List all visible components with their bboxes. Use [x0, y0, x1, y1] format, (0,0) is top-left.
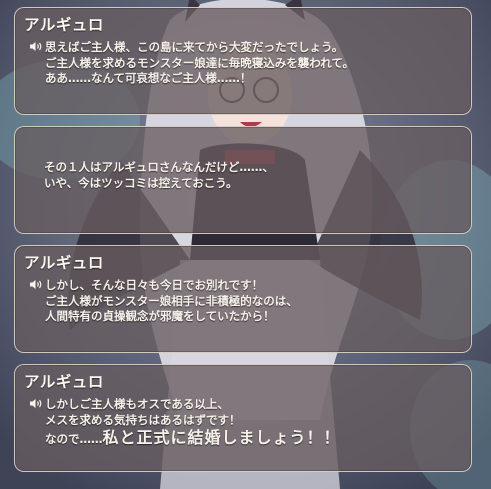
dialogue-line: その１人はアルギュロさんなんだけど……、 [44, 160, 274, 174]
speaker-name: アルギュロ [24, 373, 104, 391]
speaker-voice-icon[interactable] [29, 398, 43, 409]
dialogue-prefix: なので…… [45, 432, 103, 446]
dialogue-line: 人間特有の貞操観念が邪魔をしていたから！ [45, 309, 275, 323]
dialogue-line: ご主人様を求めるモンスター娘達に毎晩寝込みを襲われて。 [45, 55, 355, 70]
dialogue-line: メスを求める気持ちはあるはずです！ [45, 412, 241, 427]
dialogue-text: 思えばご主人様、この島に来てから大変だったでしょう。 ご主人様を求めるモンスター… [29, 40, 354, 87]
dialogue-box-3[interactable]: アルギュロ しかし、そんな日々も今日でお別れです！ ご主人様がモンスター娘相手に… [14, 245, 472, 353]
dialogue-box-4[interactable]: アルギュロ しかしご主人様もオスである以上、 メスを求める気持ちはあるはずです！… [14, 364, 472, 472]
dialogue-text: しかし、そんな日々も今日でお別れです！ ご主人様がモンスター娘相手に非積極的なの… [29, 278, 298, 325]
speaker-voice-icon[interactable] [29, 41, 43, 52]
speaker-name: アルギュロ [24, 254, 104, 272]
dialogue-box-2[interactable]: その１人はアルギュロさんなんだけど……、 いや、今はツッコミは控えておこう。 [14, 126, 472, 234]
dialogue-line: いや、今はツッコミは控えておこう。 [44, 175, 238, 190]
dialogue-line: ああ……なんて可哀想なご主人様……！ [45, 71, 252, 85]
dialogue-line: ご主人様がモンスター娘相手に非積極的なのは、 [45, 293, 298, 308]
dialogue-line: 思えばご主人様、この島に来てから大変だったでしょう。 [29, 40, 354, 56]
emphasized-dialogue: 私と正式に結婚しましょう！！ [102, 428, 341, 447]
dialogue-line: なので……私と正式に結婚しましょう！！ [29, 428, 341, 449]
speaker-name: アルギュロ [24, 16, 104, 34]
dialogue-text: しかしご主人様もオスである以上、 メスを求める気持ちはあるはずです！ なので……… [29, 397, 341, 449]
dialogue-box-1[interactable]: アルギュロ 思えばご主人様、この島に来てから大変だったでしょう。 ご主人様を求め… [14, 7, 472, 115]
narration-text: その１人はアルギュロさんなんだけど……、 いや、今はツッコミは控えておこう。 [44, 160, 274, 191]
dialogue-line: しかし、そんな日々も今日でお別れです！ [29, 278, 298, 294]
dialogue-line: しかしご主人様もオスである以上、 [29, 397, 341, 413]
speaker-voice-icon[interactable] [29, 279, 43, 290]
